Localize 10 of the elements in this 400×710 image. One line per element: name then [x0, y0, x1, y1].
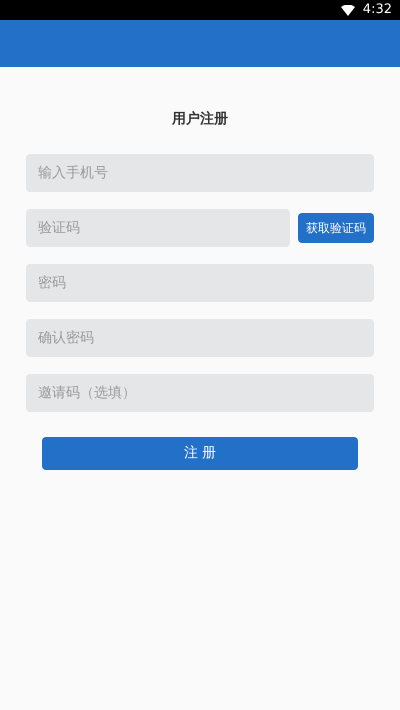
page-title: 用户注册 [172, 110, 228, 129]
input-field[interactable]: 确认密码 [26, 319, 374, 357]
wifi-icon [340, 4, 355, 16]
input-field[interactable]: 密码 [26, 264, 374, 302]
input-field[interactable]: 邀请码（选填） [26, 374, 374, 412]
status-time: 4:32 [362, 1, 392, 20]
input-field[interactable]: 验证码 [26, 209, 290, 247]
register-button[interactable]: 注 册 [42, 437, 358, 470]
input-field[interactable]: 输入手机号 [26, 154, 374, 192]
get-code-button[interactable]: 获取验证码 [298, 213, 374, 243]
